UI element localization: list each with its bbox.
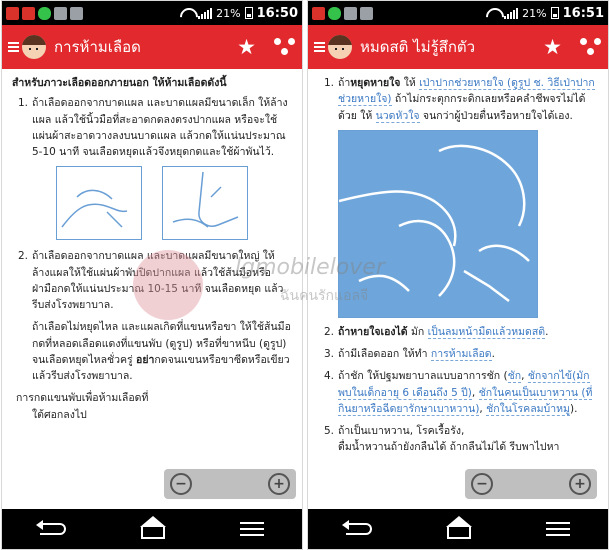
back-button[interactable] bbox=[35, 520, 66, 535]
image-icon bbox=[54, 6, 67, 20]
status-bar: 21% 16:51 bbox=[308, 1, 608, 25]
zoom-in-button[interactable]: + bbox=[268, 473, 290, 495]
zoom-control: − + bbox=[465, 469, 597, 499]
list-item-text: ถ้าเลือดออกจากบาดแผล และบาดแผลมีขนาดเล็ก… bbox=[32, 97, 288, 159]
notification-icon bbox=[22, 6, 35, 20]
figure-row bbox=[12, 166, 292, 241]
drawer-menu-icon[interactable] bbox=[8, 42, 19, 52]
seizure-link[interactable]: ชัก bbox=[507, 370, 522, 384]
signal-icon bbox=[198, 7, 213, 19]
battery-percent: 21% bbox=[522, 6, 547, 20]
app-logo-avatar[interactable] bbox=[328, 35, 352, 59]
section-heading: สำหรับภาวะเลือดออกภายนอก ให้ห้ามเลือดดัง… bbox=[12, 77, 227, 89]
lg-logo-watermark bbox=[133, 250, 203, 320]
battery-icon bbox=[244, 7, 253, 19]
download-icon bbox=[360, 6, 373, 20]
menu-button[interactable] bbox=[546, 522, 571, 536]
list-item: 5. ถ้าเป็นเบาหวาน, โรคเรื้อรัง, ดื่มน้ำห… bbox=[324, 425, 560, 454]
list-item: 2. ถ้าหายใจเองได้ มัก เป็นลมหน้ามืดแล้วห… bbox=[324, 325, 549, 339]
navigation-bar bbox=[308, 509, 608, 549]
list-item: 3. ถ้ามีเลือดออก ให้ทำ การห้ามเลือด. bbox=[324, 348, 495, 362]
menu-button[interactable] bbox=[240, 522, 265, 536]
list-item: 4. ถ้าชัก ให้ปฐมพยาบาลแบบอาการชัก (ชัก, … bbox=[324, 370, 593, 416]
watermark-text: lgmobilelover bbox=[235, 255, 385, 280]
favorite-star-icon[interactable]: ★ bbox=[543, 36, 562, 58]
line-app-icon bbox=[328, 6, 341, 20]
list-item: 1. ถ้าเลือดออกจากบาดแผล และบาดแผลมีขนาดเ… bbox=[18, 97, 288, 159]
drawer-menu-icon[interactable] bbox=[314, 42, 325, 52]
app-bar: หมดสติ ไม่รู้สึกตัว ★ bbox=[308, 25, 608, 69]
app-logo-avatar[interactable] bbox=[22, 35, 46, 59]
home-button[interactable] bbox=[139, 516, 166, 539]
wifi-icon bbox=[486, 8, 500, 18]
list-item: 1. ถ้าหยุดหายใจ ให้ เป่าปากช่วยหายใจ (ดู… bbox=[324, 77, 595, 123]
share-icon[interactable] bbox=[274, 38, 296, 56]
page-title: หมดสติ ไม่รู้สึกตัว bbox=[360, 38, 476, 56]
favorite-star-icon[interactable]: ★ bbox=[237, 36, 256, 58]
zoom-control: − + bbox=[164, 469, 296, 499]
heart-massage-link[interactable]: นวดหัวใจ bbox=[375, 109, 420, 123]
wifi-icon bbox=[180, 8, 194, 18]
epilepsy-seizure-link[interactable]: ชักในโรคลมบ้าหมู bbox=[486, 402, 570, 416]
home-button[interactable] bbox=[445, 516, 472, 539]
notification-icon bbox=[6, 6, 19, 20]
fainting-link[interactable]: เป็นลมหน้ามืดแล้วหมดสติ bbox=[427, 325, 546, 339]
signal-icon bbox=[504, 7, 519, 19]
zoom-out-button[interactable]: − bbox=[170, 473, 192, 495]
status-bar: 21% 16:50 bbox=[2, 1, 302, 25]
navigation-bar bbox=[2, 509, 302, 549]
paragraph: ถ้าเลือดไม่หยุดไหล และแผลเกิดที่แขนหรือข… bbox=[32, 321, 291, 383]
battery-percent: 21% bbox=[216, 6, 241, 20]
bleeding-control-link[interactable]: การห้ามเลือด bbox=[430, 348, 492, 362]
clock: 16:50 bbox=[256, 5, 298, 21]
share-icon[interactable] bbox=[580, 38, 602, 56]
battery-icon bbox=[550, 7, 559, 19]
notification-icon bbox=[312, 6, 325, 20]
download-icon bbox=[70, 6, 83, 20]
paragraph: การกดแขนพับเพื่อห้ามเลือดที่ ใต้ศอกลงไป bbox=[16, 392, 149, 421]
hand-pressing-wound-figure bbox=[56, 166, 142, 241]
page-title: การห้ามเลือด bbox=[54, 38, 141, 56]
clock: 16:51 bbox=[562, 5, 604, 21]
zoom-out-button[interactable]: − bbox=[471, 473, 493, 495]
app-bar: การห้ามเลือด ★ bbox=[2, 25, 302, 69]
line-app-icon bbox=[38, 6, 51, 20]
back-button[interactable] bbox=[341, 520, 372, 535]
zoom-in-button[interactable]: + bbox=[569, 473, 591, 495]
watermark-subtext: ฉันคนรักแอลจี bbox=[280, 288, 369, 304]
image-icon bbox=[344, 6, 357, 20]
bandage-wrap-figure bbox=[162, 166, 248, 241]
